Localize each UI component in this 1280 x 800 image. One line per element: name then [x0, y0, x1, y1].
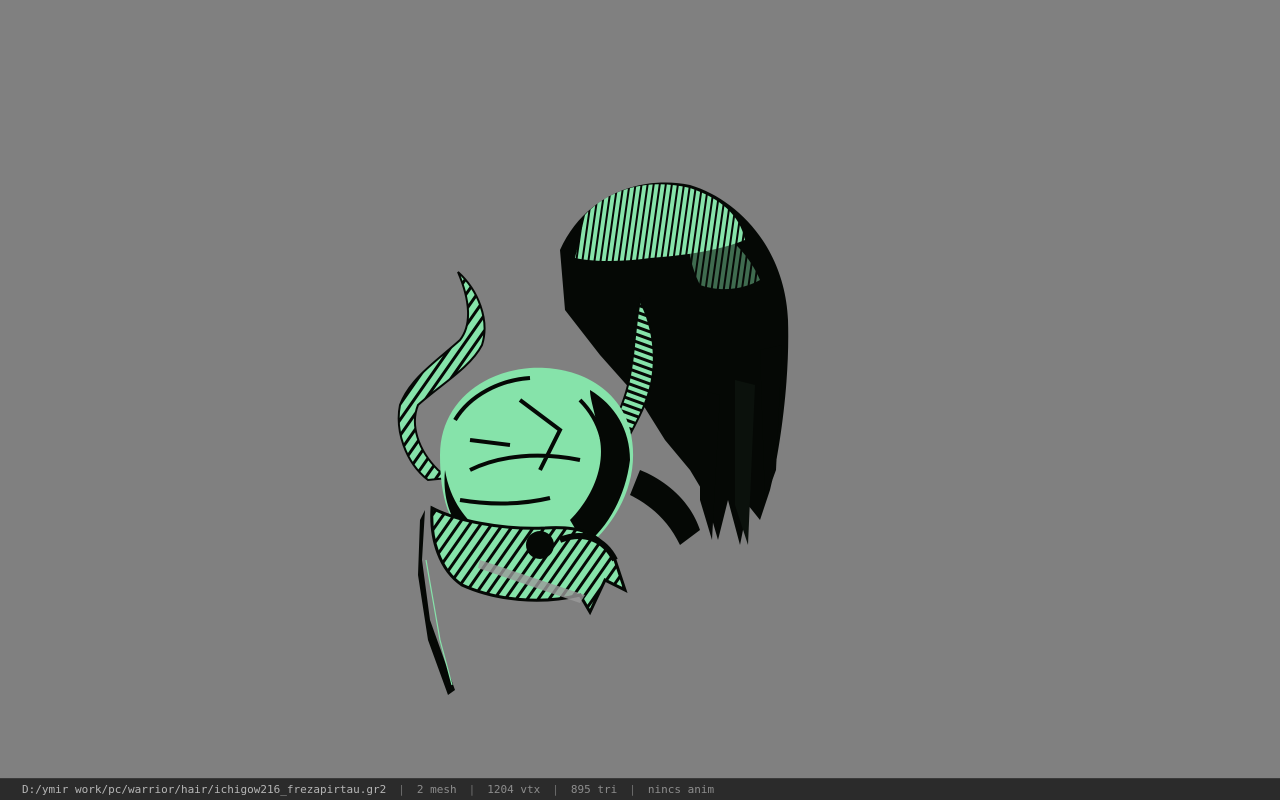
vertex-count-label: 1204 vtx [487, 783, 541, 796]
mesh-count-label: 2 mesh [416, 783, 457, 796]
hair-model-render [397, 182, 789, 695]
separator: | [468, 783, 476, 796]
triangle-count-label: 895 tri [570, 783, 618, 796]
separator: | [398, 783, 405, 796]
separator: | [629, 783, 636, 796]
status-bar: D:/ymir work/pc/warrior/hair/ichigow216_… [0, 778, 1280, 800]
separator: | [552, 783, 559, 796]
3d-viewport[interactable] [0, 0, 1280, 778]
file-path-label: D:/ymir work/pc/warrior/hair/ichigow216_… [22, 783, 387, 796]
animation-label: nincs anim [647, 783, 715, 796]
